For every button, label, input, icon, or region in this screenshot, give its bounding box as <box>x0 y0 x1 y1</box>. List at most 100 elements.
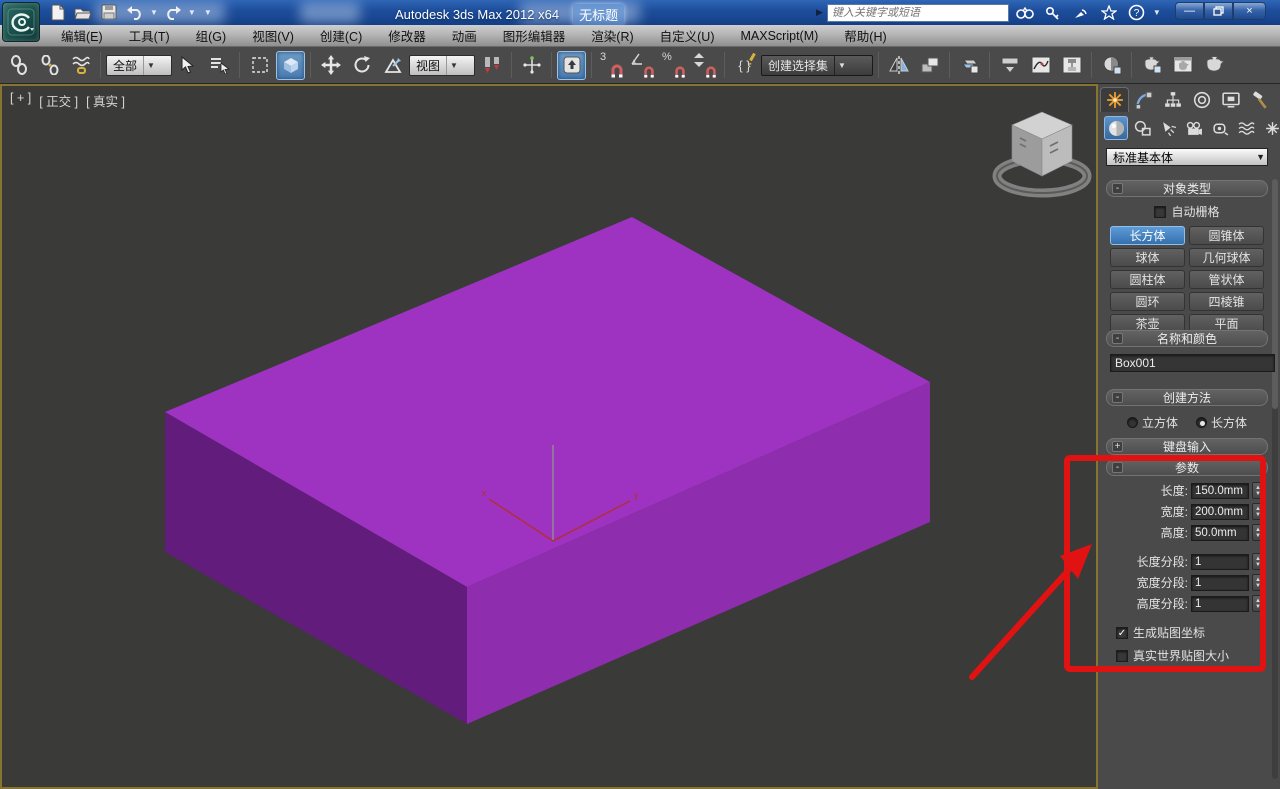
primitive-category-dropdown[interactable]: 标准基本体 ▼ <box>1106 148 1268 166</box>
spinner-snap-toggle-icon[interactable] <box>690 51 719 80</box>
object-name-input[interactable] <box>1110 354 1275 372</box>
render-setup-icon[interactable] <box>1137 51 1166 80</box>
perspective-viewport[interactable]: x y [ + ] [ 正交 ] [ 真实 ] <box>0 84 1098 789</box>
select-and-rotate-icon[interactable] <box>347 51 376 80</box>
panel-scrollbar[interactable] <box>1272 179 1278 779</box>
creation-method-cube-radio[interactable]: 立方体 <box>1126 414 1178 431</box>
favorites-star-icon[interactable] <box>1097 3 1121 22</box>
category-space-warps[interactable] <box>1234 116 1258 140</box>
curve-editor-icon[interactable] <box>1026 51 1055 80</box>
menu-modifiers[interactable]: 修改器 <box>375 24 439 47</box>
rollout-header-object-type[interactable]: - 对象类型 <box>1106 180 1268 197</box>
select-object-icon[interactable] <box>174 51 203 80</box>
viewport-menu-general[interactable]: [ + ] <box>10 91 31 110</box>
qat-customize-icon[interactable]: ▼ <box>204 8 212 17</box>
material-editor-icon[interactable] <box>1097 51 1126 80</box>
schematic-view-icon[interactable] <box>1057 51 1086 80</box>
tab-utilities[interactable] <box>1245 87 1274 112</box>
subscription-key-icon[interactable] <box>1041 3 1065 22</box>
tab-motion[interactable] <box>1187 87 1216 112</box>
undo-dropdown-icon[interactable]: ▼ <box>150 8 158 17</box>
height-segs-spinner[interactable]: ▲ ▼ <box>1252 595 1264 612</box>
reference-coordinate-dropdown[interactable]: 视图 ▼ <box>409 54 475 76</box>
object-type-sphere[interactable]: 球体 <box>1110 248 1185 267</box>
use-pivot-point-icon[interactable] <box>477 51 506 80</box>
rollout-header-name-color[interactable]: - 名称和颜色 <box>1106 330 1268 347</box>
height-segs-input[interactable] <box>1191 595 1249 612</box>
mirror-icon[interactable] <box>884 51 913 80</box>
menu-customize[interactable]: 自定义(U) <box>647 24 728 47</box>
menu-maxscript[interactable]: MAXScript(M) <box>728 27 832 45</box>
menu-views[interactable]: 视图(V) <box>239 24 307 47</box>
undo-icon[interactable] <box>124 2 146 22</box>
named-selection-sets-dropdown[interactable]: 创建选择集 ▼ <box>761 54 873 76</box>
category-cameras[interactable] <box>1182 116 1206 140</box>
help-icon[interactable]: ? <box>1125 3 1149 22</box>
object-type-box[interactable]: 长方体 <box>1110 226 1185 245</box>
search-binoculars-icon[interactable] <box>1013 3 1037 22</box>
snaps-toggle-3d-icon[interactable]: 3 <box>597 51 626 80</box>
select-and-link-icon[interactable] <box>4 51 33 80</box>
length-segs-spinner[interactable]: ▲ ▼ <box>1252 553 1264 570</box>
menu-rendering[interactable]: 渲染(R) <box>578 24 646 47</box>
selection-filter-dropdown[interactable]: 全部 ▼ <box>106 54 172 76</box>
length-segs-input[interactable] <box>1191 553 1249 570</box>
application-menu-button[interactable] <box>2 2 40 42</box>
object-type-pyramid[interactable]: 四棱锥 <box>1189 292 1264 311</box>
object-type-tube[interactable]: 管状体 <box>1189 270 1264 289</box>
category-helpers[interactable] <box>1208 116 1232 140</box>
percent-snap-toggle-icon[interactable]: % <box>659 51 688 80</box>
rendered-frame-window-icon[interactable] <box>1168 51 1197 80</box>
minimize-button[interactable]: — <box>1175 2 1204 20</box>
unlink-selection-icon[interactable] <box>35 51 64 80</box>
open-file-icon[interactable] <box>72 2 94 22</box>
new-file-icon[interactable] <box>46 2 68 22</box>
save-file-icon[interactable] <box>98 2 120 22</box>
object-type-cone[interactable]: 圆锥体 <box>1189 226 1264 245</box>
restore-button[interactable] <box>1204 2 1233 20</box>
render-production-icon[interactable] <box>1199 51 1228 80</box>
creation-method-box-radio[interactable]: 长方体 <box>1196 414 1247 431</box>
real-world-map-size-checkbox[interactable] <box>1116 649 1128 662</box>
menu-animation[interactable]: 动画 <box>439 24 490 47</box>
generate-mapping-coords-checkbox[interactable]: ✓ <box>1116 626 1128 639</box>
tab-create[interactable] <box>1100 87 1129 112</box>
menu-tools[interactable]: 工具(T) <box>116 24 183 47</box>
select-and-move-icon[interactable] <box>316 51 345 80</box>
search-expand-icon[interactable]: ▶ <box>816 7 823 18</box>
select-and-manipulate-icon[interactable] <box>517 51 546 80</box>
object-type-torus[interactable]: 圆环 <box>1110 292 1185 311</box>
redo-dropdown-icon[interactable]: ▼ <box>188 8 196 17</box>
keyboard-shortcut-override-toggle[interactable] <box>557 50 586 80</box>
help-dropdown-icon[interactable]: ▼ <box>1153 8 1161 17</box>
menu-create[interactable]: 创建(C) <box>307 24 375 47</box>
viewport-menu-pov[interactable]: [ 正交 ] <box>39 91 78 110</box>
width-segs-input[interactable] <box>1191 574 1249 591</box>
width-spinner[interactable]: ▲ ▼ <box>1252 503 1264 520</box>
layer-manager-icon[interactable] <box>955 51 984 80</box>
tab-hierarchy[interactable] <box>1158 87 1187 112</box>
tab-modify[interactable] <box>1129 87 1158 112</box>
menu-help[interactable]: 帮助(H) <box>831 24 899 47</box>
height-input[interactable] <box>1191 524 1249 541</box>
align-icon[interactable] <box>915 51 944 80</box>
close-button[interactable]: × <box>1233 2 1266 20</box>
help-search-input[interactable] <box>826 3 1009 22</box>
ribbon-toggle-icon[interactable] <box>995 51 1024 80</box>
menu-edit[interactable]: 编辑(E) <box>48 24 116 47</box>
redo-icon[interactable] <box>162 2 184 22</box>
autogrid-checkbox[interactable] <box>1154 205 1167 218</box>
select-and-scale-icon[interactable] <box>378 51 407 80</box>
window-crossing-toggle[interactable] <box>276 50 305 80</box>
menu-graph-editors[interactable]: 图形编辑器 <box>490 24 579 47</box>
communication-center-icon[interactable] <box>1069 3 1093 22</box>
edit-named-selection-sets-icon[interactable]: { } <box>730 51 759 80</box>
category-geometry[interactable] <box>1104 116 1128 140</box>
category-systems[interactable] <box>1260 116 1280 140</box>
object-type-geosphere[interactable]: 几何球体 <box>1189 248 1264 267</box>
length-spinner[interactable]: ▲ ▼ <box>1252 482 1264 499</box>
select-by-name-icon[interactable] <box>205 51 234 80</box>
tab-display[interactable] <box>1216 87 1245 112</box>
category-lights[interactable] <box>1156 116 1180 140</box>
rectangular-selection-region-icon[interactable] <box>245 51 274 80</box>
